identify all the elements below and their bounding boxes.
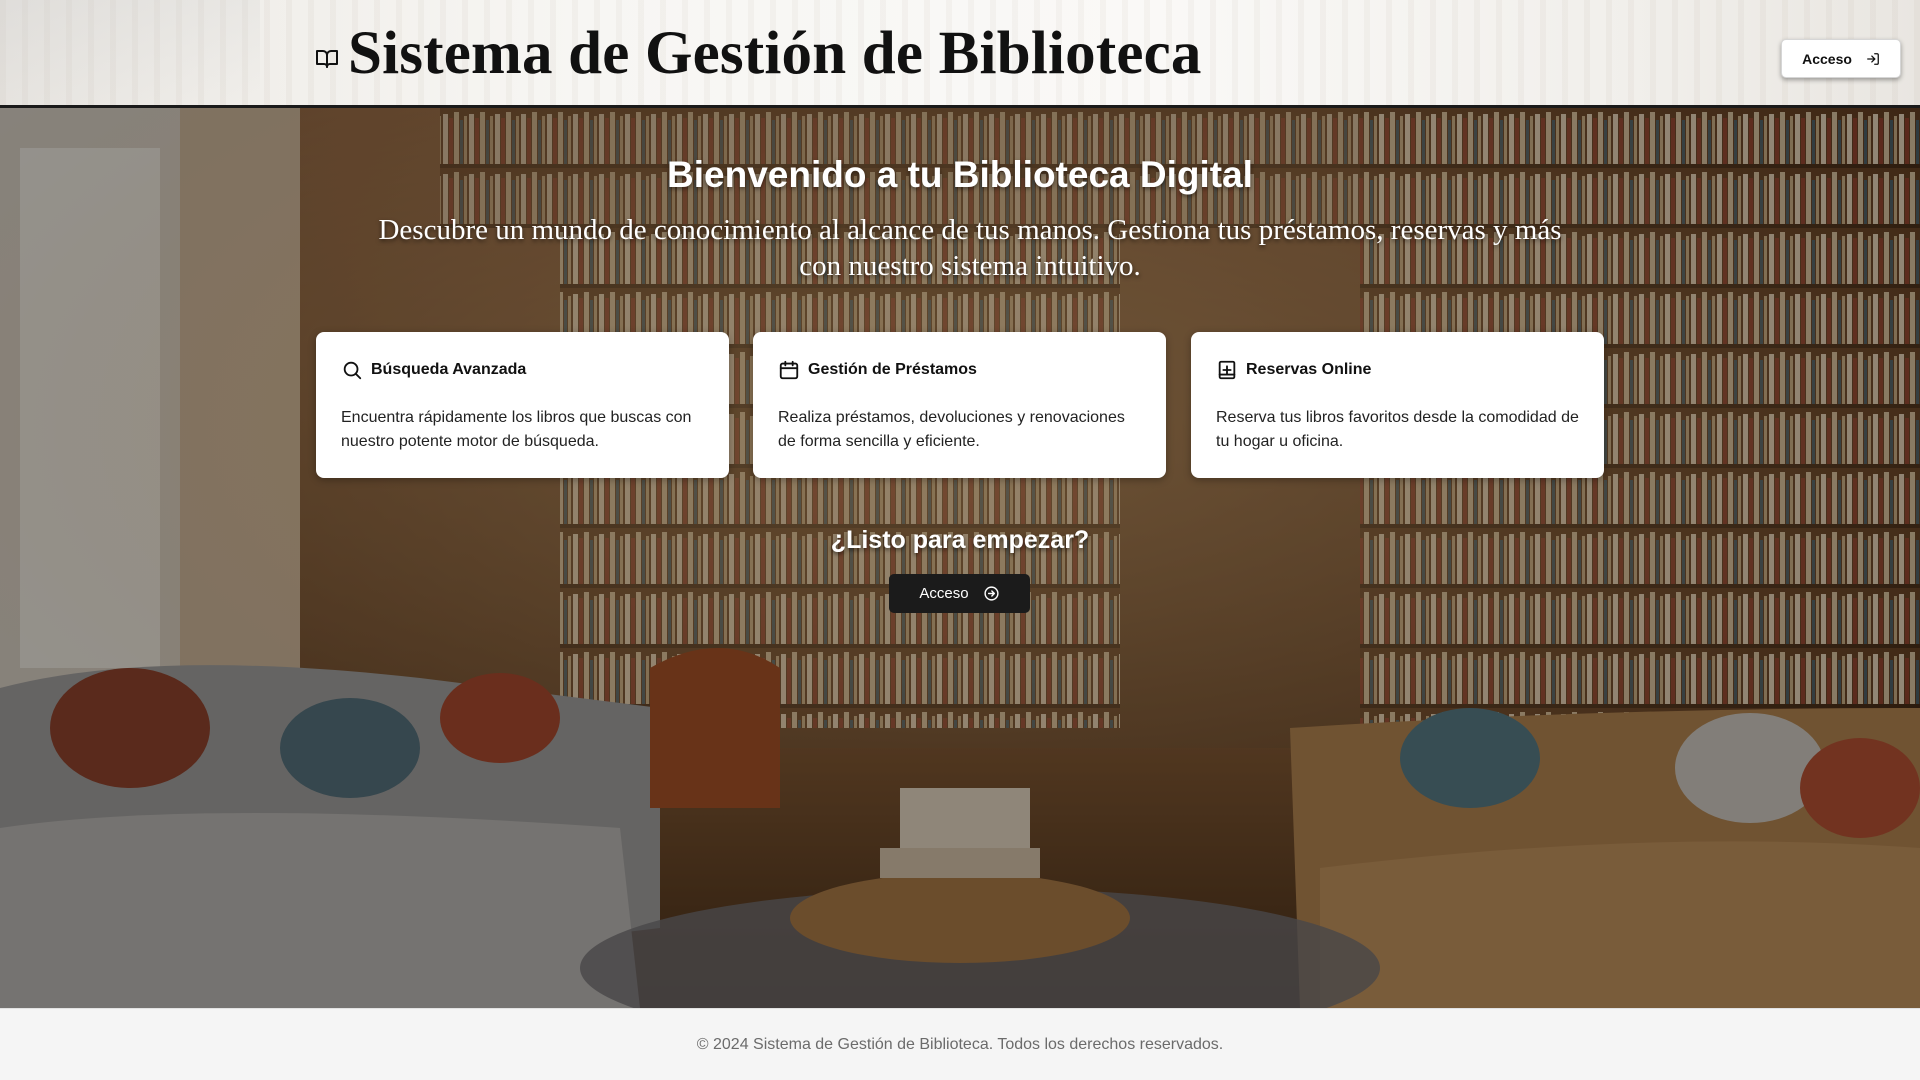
app-title: Sistema de Gestión de Biblioteca — [348, 20, 1202, 87]
hero-subtitle: Descubre un mundo de conocimiento al alc… — [378, 214, 1562, 282]
cta-login-button[interactable]: Acceso — [889, 574, 1030, 613]
open-book-icon — [316, 50, 338, 68]
feature-card-title: Reservas Online — [1246, 361, 1372, 378]
footer: © 2024 Sistema de Gestión de Biblioteca.… — [0, 1008, 1920, 1080]
feature-card-search: Búsqueda Avanzada Encuentra rápidamente … — [316, 332, 729, 478]
feature-card-loans: Gestión de Préstamos Realiza préstamos, … — [753, 332, 1166, 478]
arrow-right-circle-icon — [984, 586, 999, 601]
search-icon — [343, 361, 362, 380]
login-arrow-icon — [1867, 52, 1879, 65]
header-background-shade — [0, 0, 260, 105]
feature-card-text: Reserva tus libros favoritos desde la co… — [1216, 409, 1579, 450]
feature-card-reservations: Reservas Online Reserva tus libros favor… — [1191, 332, 1604, 478]
feature-card-title: Gestión de Préstamos — [808, 361, 977, 378]
cta-title: ¿Listo para empezar? — [830, 526, 1090, 554]
brand: Sistema de Gestión de Biblioteca — [314, 18, 1202, 90]
calendar-icon — [779, 360, 799, 380]
book-plus-icon — [1218, 360, 1236, 380]
hero-title: Bienvenido a tu Biblioteca Digital — [667, 154, 1253, 195]
feature-card-text: Realiza préstamos, devoluciones y renova… — [778, 409, 1125, 450]
feature-card-text: Encuentra rápidamente los libros que bus… — [341, 409, 692, 450]
feature-card-title: Búsqueda Avanzada — [371, 361, 527, 378]
top-header: Sistema de Gestión de Biblioteca Acceso — [0, 0, 1920, 108]
header-login-label: Acceso — [1802, 50, 1852, 67]
footer-copyright: © 2024 Sistema de Gestión de Biblioteca.… — [696, 1035, 1224, 1053]
hero-section: Bienvenido a tu Biblioteca Digital Descu… — [0, 108, 1920, 1008]
cta-login-label: Acceso — [919, 585, 969, 602]
header-login-button[interactable]: Acceso — [1781, 39, 1901, 78]
